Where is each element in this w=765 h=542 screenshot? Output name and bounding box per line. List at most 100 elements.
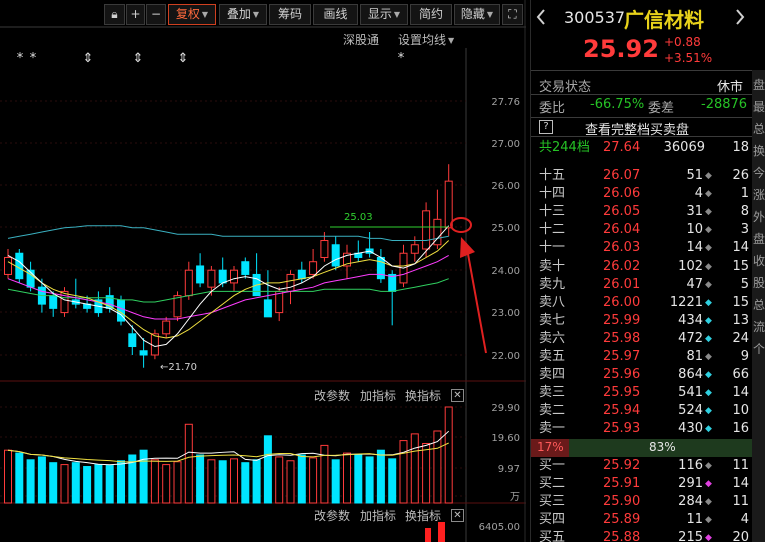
volume-bar bbox=[60, 464, 69, 504]
side-tab-5[interactable]: 涨 bbox=[753, 186, 765, 203]
sell-row[interactable]: 卖三 25.95 541 ◆ 14 bbox=[531, 384, 753, 402]
sell-level-label: 卖一 bbox=[539, 421, 566, 437]
levels-volume: 36069 bbox=[663, 140, 705, 155]
candle-body bbox=[230, 269, 238, 284]
sell-row[interactable]: 卖九 26.01 47 ◆ 5 bbox=[531, 276, 753, 294]
vol-edit-params-link[interactable]: 改参数 bbox=[314, 387, 350, 404]
lock-icon[interactable]: 🔒︎ bbox=[104, 4, 125, 25]
side-tab-3[interactable]: 换 bbox=[753, 142, 765, 159]
price-axis-label: 25.00 bbox=[491, 223, 520, 234]
candle-body bbox=[320, 240, 329, 258]
full-orderbook-label: 查看完整档买卖盘 bbox=[585, 123, 690, 138]
side-tab-9[interactable]: 股 bbox=[753, 274, 765, 291]
ind2-switch-indicator-link[interactable]: 换指标 bbox=[405, 507, 441, 524]
sell-price: 25.94 bbox=[603, 403, 641, 419]
full-orderbook-button[interactable]: ? 查看完整档买卖盘 bbox=[531, 117, 753, 138]
buy-order-count: 11 bbox=[732, 494, 749, 510]
buy-row[interactable]: 买五 25.88 215 ◆ 20 bbox=[531, 529, 753, 542]
volume-bar bbox=[286, 460, 295, 504]
side-tab-10[interactable]: 总 bbox=[753, 296, 765, 313]
fullscreen-icon[interactable]: ⛶ bbox=[502, 4, 523, 25]
side-tab-2[interactable]: 总 bbox=[753, 120, 765, 137]
side-tab-1[interactable]: 最 bbox=[753, 98, 765, 115]
sell-row[interactable]: 卖五 25.97 81 ◆ 9 bbox=[531, 348, 753, 366]
sell-row[interactable]: 卖七 25.99 434 ◆ 13 bbox=[531, 312, 753, 330]
side-tab-4[interactable]: 今 bbox=[753, 164, 765, 181]
volume-bar bbox=[263, 435, 272, 504]
ma10-line bbox=[7, 240, 450, 339]
sell-volume: 51 bbox=[686, 168, 703, 183]
set-ma-link[interactable]: 设置均线 ▼ bbox=[398, 31, 454, 48]
sell-level-label: 卖二 bbox=[539, 403, 566, 419]
ind2-close-icon[interactable]: ✕ bbox=[451, 509, 464, 522]
sell-row[interactable]: 卖六 25.98 472 ◆ 24 bbox=[531, 330, 753, 348]
sell-row[interactable]: 卖一 25.93 430 ◆ 16 bbox=[531, 420, 753, 438]
candle-body bbox=[15, 252, 24, 280]
side-tab-6[interactable]: 外 bbox=[753, 208, 765, 225]
vol-close-icon[interactable]: ✕ bbox=[451, 389, 464, 402]
sell-row[interactable]: 十四 26.06 4 ◆ 1 bbox=[531, 185, 753, 203]
sell-price: 25.98 bbox=[603, 330, 641, 346]
back-arrow-icon[interactable] bbox=[535, 8, 547, 26]
hide-button[interactable]: 隐藏 ▼ bbox=[454, 4, 500, 25]
weicha-value: -28876 bbox=[701, 97, 748, 112]
shenguton-link[interactable]: 深股通 bbox=[343, 31, 379, 48]
vol-add-indicator-link[interactable]: 加指标 bbox=[360, 387, 396, 404]
diamond-icon: ◆ bbox=[705, 352, 712, 362]
sell-volume: 102 bbox=[678, 258, 703, 274]
draw-line-button[interactable]: 画线 bbox=[313, 4, 358, 25]
buy-price: 25.92 bbox=[603, 458, 641, 473]
sell-row[interactable]: 十一 26.03 14 ◆ 14 bbox=[531, 239, 753, 257]
sell-volume: 81 bbox=[686, 349, 703, 364]
high-annotation-label: 25.03 bbox=[344, 212, 373, 223]
candle-body bbox=[286, 273, 295, 292]
buy-row[interactable]: 买一 25.92 116 ◆ 11 bbox=[531, 457, 753, 475]
ind2-edit-params-link[interactable]: 改参数 bbox=[314, 507, 350, 524]
side-tab-12[interactable]: 个 bbox=[753, 340, 765, 357]
overlay-button[interactable]: 叠加 ▼ bbox=[219, 4, 267, 25]
diamond-icon: ◆ bbox=[705, 171, 712, 181]
kline-chart-canvas[interactable]: 27.76 27.00 26.00 25.00 24.00 23.00 22.00 29.90… bbox=[0, 0, 526, 542]
sell-row[interactable]: 十五 26.07 51 ◆ 26 bbox=[531, 167, 753, 185]
zoom-in-plus-icon[interactable]: + bbox=[126, 4, 145, 25]
buy-row[interactable]: 买三 25.90 284 ◆ 11 bbox=[531, 493, 753, 511]
chips-button[interactable]: 筹码 bbox=[269, 4, 311, 25]
ind2-add-indicator-link[interactable]: 加指标 bbox=[360, 507, 396, 524]
sell-level-label: 卖九 bbox=[539, 276, 566, 292]
volume-bar bbox=[150, 459, 159, 504]
volume-bar bbox=[196, 454, 205, 504]
side-tab-8[interactable]: 收 bbox=[753, 252, 765, 269]
buy-row[interactable]: 买二 25.91 291 ◆ 14 bbox=[531, 475, 753, 493]
sell-volume: 864 bbox=[678, 367, 703, 383]
forward-arrow-icon[interactable] bbox=[734, 8, 746, 26]
diamond-icon: ◆ bbox=[705, 479, 712, 490]
sell-price: 25.93 bbox=[603, 421, 641, 437]
volume-bar bbox=[309, 457, 318, 504]
sell-row[interactable]: 卖二 25.94 524 ◆ 10 bbox=[531, 402, 753, 420]
sell-price: 26.03 bbox=[603, 240, 641, 256]
buy-level-label: 买五 bbox=[539, 530, 566, 542]
zoom-out-minus-icon[interactable]: − bbox=[146, 4, 166, 25]
kline-chart-area[interactable]: 27.76 27.00 26.00 25.00 24.00 23.00 22.00 29.90… bbox=[0, 0, 526, 542]
vol-switch-indicator-link[interactable]: 换指标 bbox=[405, 387, 441, 404]
side-tab-0[interactable]: 盘 bbox=[753, 76, 765, 93]
sell-row[interactable]: 卖四 25.96 864 ◆ 66 bbox=[531, 366, 753, 384]
buy-level-label: 买二 bbox=[539, 476, 566, 492]
volume-bar bbox=[83, 466, 92, 504]
sell-row[interactable]: 十二 26.04 10 ◆ 3 bbox=[531, 221, 753, 239]
sell-row[interactable]: 卖十 26.02 102 ◆ 15 bbox=[531, 258, 753, 276]
sell-row[interactable]: 卖八 26.00 1221 ◆ 15 bbox=[531, 294, 753, 312]
candle-body bbox=[410, 244, 419, 254]
candle-body bbox=[49, 295, 58, 309]
buy-row[interactable]: 买四 25.89 11 ◆ 4 bbox=[531, 511, 753, 529]
bid-ask-ratio-bar: 17% 83% bbox=[531, 439, 753, 457]
side-tab-7[interactable]: 盘 bbox=[753, 230, 765, 247]
simple-button[interactable]: 简约 bbox=[410, 4, 452, 25]
side-tab-11[interactable]: 流 bbox=[753, 318, 765, 335]
fuquan-button[interactable]: 复权 ▼ bbox=[168, 4, 216, 25]
ratio-right: 83% bbox=[649, 440, 676, 454]
display-button[interactable]: 显示 ▼ bbox=[360, 4, 408, 25]
sell-row[interactable]: 十三 26.05 31 ◆ 8 bbox=[531, 203, 753, 221]
volume-bar bbox=[399, 440, 408, 504]
weibi-label: 委比 bbox=[539, 101, 566, 116]
